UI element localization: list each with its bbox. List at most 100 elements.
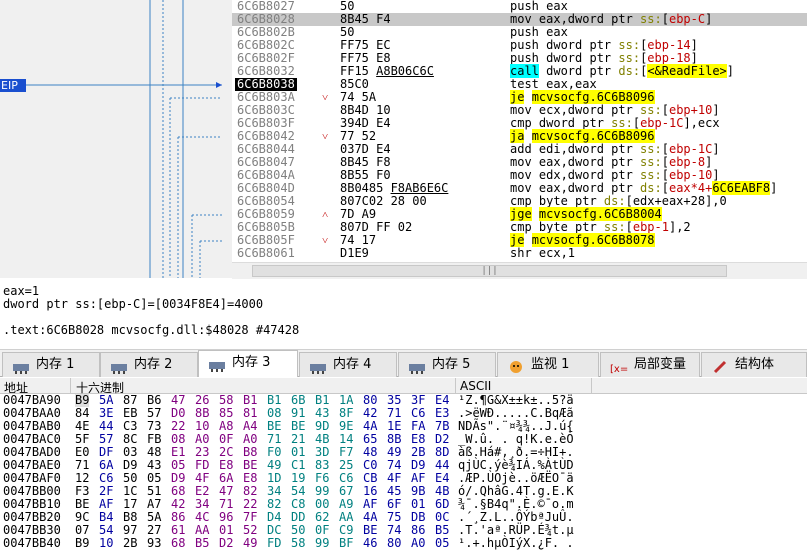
info-line-memory: dword ptr ss:[ebp-C]=[0034F8E4]=4000 <box>3 297 264 311</box>
hex-row[interactable]: 0047BAC0 5F 57 8C FB 08 A0 0F A0 71 21 4B 14 65 8B E8 D2… <box>0 433 807 446</box>
scrollbar-thumb[interactable]: ||| <box>252 265 727 277</box>
instruction-token: shr ecx,1 <box>510 246 576 260</box>
tab-6[interactable]: 监视 1 <box>497 352 599 377</box>
hex-row[interactable]: 0047BB10 BE AF 17 A7 42 34 71 22 82 C8 00 A9 AF 6F 01 6D… <box>0 498 807 511</box>
instruction-token: mov edx,dword ptr <box>510 168 641 182</box>
tab-label: 内存 2 <box>134 357 173 372</box>
hex-row[interactable]: 0047BAA0 84 3E EB 57 D0 8B 85 81 08 91 43 8F 42 71 C6 E3… <box>0 407 807 420</box>
hex-byte[interactable]: 93 <box>147 537 161 550</box>
hex-byte[interactable]: FD <box>267 537 281 550</box>
hex-byte[interactable]: 68 <box>171 537 185 550</box>
instruction-token: ] <box>770 181 778 195</box>
hex-row[interactable]: 0047BAE0 71 6A D9 43 05 FD E8 BE 49 C1 83 25 C0 74 D9 44… <box>0 459 807 472</box>
instruction-token: ss: <box>640 142 662 156</box>
jump-direction-icon: ˅ <box>322 91 329 104</box>
instruction-bytes: D1E9 <box>340 246 369 260</box>
hex-byte[interactable]: 05 <box>435 537 449 550</box>
instruction-token: ] <box>726 64 735 78</box>
jump-direction-icon: ˄ <box>322 208 329 221</box>
hex-address[interactable]: 0047BB40 <box>3 537 61 550</box>
instruction-token: jge <box>510 207 532 221</box>
instruction-token: ds: <box>618 64 641 78</box>
tab-8[interactable]: 结构体 <box>701 352 807 377</box>
instruction-token: 6C6EABF8 <box>712 181 771 195</box>
hex-byte[interactable]: B9 <box>75 537 89 550</box>
hex-byte[interactable]: BF <box>339 537 353 550</box>
info-line-register: eax=1 <box>3 284 40 298</box>
instruction-token: ] <box>705 155 713 169</box>
hex-row[interactable]: 0047BAD0 E0 DF 03 48 E1 23 2C B8 F0 01 3D F7 48 49 2B 8D… <box>0 446 807 459</box>
info-panel: eax=1 dword ptr ss:[ebp-C]=[0034F8E4]=40… <box>0 279 807 349</box>
memory-icon <box>12 359 30 374</box>
hex-row[interactable]: 0047BB40 B9 10 2B 93 68 B5 D2 49 FD 58 99 BF 46 80 A0 05… <box>0 537 807 550</box>
hex-byte[interactable]: 49 <box>243 537 257 550</box>
hex-row[interactable]: 0047BB30 07 54 97 27 61 AA 01 52 DC 50 0F C9 BE 74 86 B5… <box>0 524 807 537</box>
instruction-token: call <box>510 64 539 78</box>
tab-label: 内存 1 <box>36 357 75 372</box>
instruction-token: ss: <box>603 220 626 234</box>
instruction-token: je <box>510 233 525 247</box>
hex-row[interactable]: 0047BB00 F3 2F 1C 51 68 E2 47 82 34 54 99 67 16 45 9B 4B… <box>0 485 807 498</box>
instruction-token: ss: <box>640 103 662 117</box>
hex-byte[interactable]: 10 <box>99 537 113 550</box>
instruction-token: cmp byte ptr <box>510 194 604 208</box>
hex-header: 地址 十六进制 ASCII <box>0 378 807 395</box>
tab-1[interactable]: 内存 1 <box>2 352 100 377</box>
instruction-token: ebp-1C <box>640 116 684 130</box>
instruction-token: ds: <box>603 194 626 208</box>
locals-icon: [x=] <box>610 359 632 375</box>
address-operand[interactable]: A8B06C6C <box>376 64 434 78</box>
hex-byte[interactable]: 2B <box>123 537 137 550</box>
tab-label: 内存 3 <box>232 355 271 370</box>
hex-row[interactable]: 0047BB20 9C B4 B8 5A 86 4C 96 7F D4 DD 62 AA 4A 75 DB 0C… <box>0 511 807 524</box>
tab-label: 监视 1 <box>531 357 570 372</box>
instruction-token: ],ecx <box>683 116 720 130</box>
info-line-location: .text:6C6B8028 mcvsocfg.dll:$48028 #4742… <box>3 323 300 337</box>
instruction-token: dword ptr <box>538 64 619 78</box>
hex-row[interactable]: 0047BAF0 12 C6 50 05 D9 4F 6A E8 1D 19 F6 C6 CB 4F AF E4… <box>0 472 807 485</box>
hex-byte[interactable]: D2 <box>219 537 233 550</box>
hex-byte[interactable]: 99 <box>315 537 329 550</box>
memory-icon <box>408 359 426 374</box>
instruction-token: push eax <box>510 25 568 39</box>
instruction-token: ebp-8 <box>668 155 706 169</box>
instruction-token: mcvsocfg.6C6B8004 <box>538 207 662 221</box>
instruction-token: mov eax,dword ptr <box>510 155 641 169</box>
instruction-token: ],2 <box>668 220 691 234</box>
hex-row[interactable]: 0047BAB0 4E 44 C3 73 22 10 A8 A4 BE BE 9D 9E 4A 1E FA 7B… <box>0 420 807 433</box>
instruction-token: [edx+eax+28],0 <box>625 194 727 208</box>
hex-byte[interactable]: 58 <box>291 537 305 550</box>
instruction-token: cmp dword ptr <box>510 116 612 130</box>
instruction-token: [ <box>625 220 633 234</box>
tab-4[interactable]: 内存 4 <box>299 352 397 377</box>
tab-3[interactable]: 内存 3 <box>198 350 298 377</box>
instruction-token: ] <box>690 38 698 52</box>
watch-icon <box>507 359 525 373</box>
instruction-token: ebp-14 <box>647 38 691 52</box>
header-ascii: ASCII <box>460 379 492 393</box>
instruction-token: ebp+10 <box>668 103 713 117</box>
instruction-token <box>524 233 531 247</box>
tab-label: 内存 4 <box>333 357 372 372</box>
dump-tabbar: 内存 1 内存 2 内存 3 内存 4 内存 5 监视 1 [x=] 局部变量 结构体 <box>0 349 807 377</box>
address-operand[interactable]: F8AB6E6C <box>391 181 449 195</box>
tab-7[interactable]: [x=] 局部变量 <box>600 352 700 377</box>
instruction-address[interactable]: 6C6B8061 <box>237 247 295 260</box>
hex-row[interactable]: 0047BA90 B9 5A 87 B6 47 26 58 B1 B1 6B B1 1A 80 35 3F E4… <box>0 394 807 407</box>
instruction-token: eax*4+ <box>668 181 713 195</box>
svg-text:[x=]: [x=] <box>610 364 628 374</box>
instruction-token: ] <box>705 12 713 26</box>
ascii-text[interactable]: ¹.+.hµÒIýX.¿F. . <box>458 537 574 550</box>
tab-2[interactable]: 内存 2 <box>100 352 198 377</box>
hex-byte[interactable]: A0 <box>411 537 425 550</box>
hex-byte[interactable]: 46 <box>363 537 377 550</box>
hex-byte[interactable]: B5 <box>195 537 209 550</box>
instruction-token: cmp byte ptr <box>510 220 604 234</box>
jump-arrows <box>26 0 222 278</box>
instruction-token: ss: <box>618 51 641 65</box>
memory-icon <box>110 359 128 374</box>
tab-label: 结构体 <box>735 357 775 372</box>
hex-byte[interactable]: 80 <box>387 537 401 550</box>
tab-5[interactable]: 内存 5 <box>398 352 496 377</box>
hex-dump[interactable]: 0047BA90 B9 5A 87 B6 47 26 58 B1 B1 6B B1 1A 80 35 3F E4… <box>0 394 807 557</box>
